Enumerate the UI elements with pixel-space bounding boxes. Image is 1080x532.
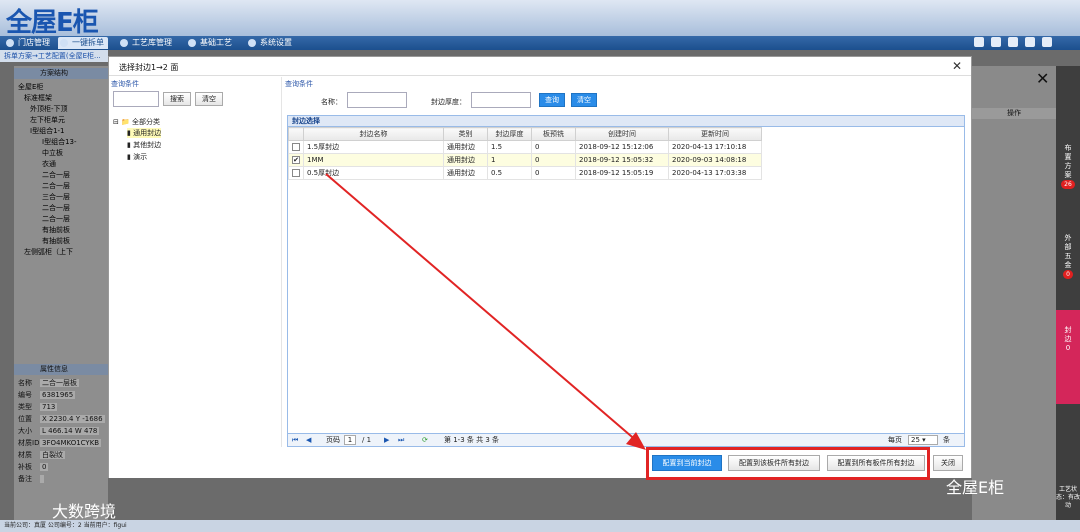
watermark-right: 全屋E柜 (946, 478, 1005, 497)
watermark-left: 大数跨境 (52, 502, 117, 521)
status-bar: 当前公司：真厦 公司编号：2 当前用户：figui (0, 520, 1080, 532)
annotation-arrow (325, 173, 646, 450)
